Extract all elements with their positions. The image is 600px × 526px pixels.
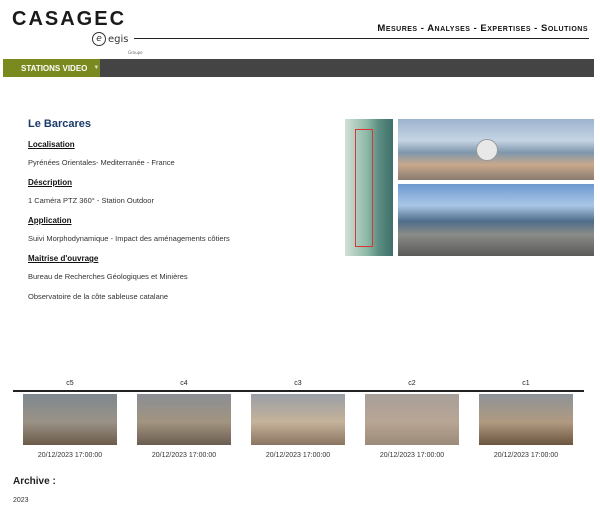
station-photo-camera xyxy=(398,119,594,180)
egis-sub: Groupe xyxy=(128,50,143,55)
aerial-map-image xyxy=(345,119,393,256)
section-heading-description: Déscription xyxy=(28,178,73,187)
page-title: Le Barcares xyxy=(28,118,91,130)
camera-thumbnail[interactable] xyxy=(479,394,573,445)
section-text-description: 1 Caméra PTZ 360° - Station Outdoor xyxy=(28,196,154,205)
section-text-localisation: Pyrénées Orientales- Mediterranée - Fran… xyxy=(28,158,175,167)
nav-item-label: STATIONS VIDEO xyxy=(21,63,88,73)
egis-logo: e egis xyxy=(92,32,129,46)
camera-timestamp: 20/12/2023 17:00:00 xyxy=(37,452,103,459)
station-photo-beach xyxy=(398,184,594,256)
caret-down-icon: ▼ xyxy=(93,65,100,71)
camera-thumbnail[interactable] xyxy=(137,394,231,445)
egis-mark-icon: e xyxy=(92,32,106,46)
camera-dome-icon xyxy=(476,139,498,161)
section-text-application: Suivi Morphodynamique - Impact des aména… xyxy=(28,234,230,243)
site-header: CASAGEC e egis Groupe Mesures - Analyses… xyxy=(0,0,600,56)
egis-label: egis xyxy=(108,33,129,45)
camera-card-c1[interactable]: c1 20/12/2023 17:00:00 xyxy=(478,380,574,459)
tagline: Mesures - Analyses - Expertises - Soluti… xyxy=(377,23,588,34)
camera-card-c2[interactable]: c2 20/12/2023 17:00:00 xyxy=(364,380,460,459)
camera-timestamp: 20/12/2023 17:00:00 xyxy=(151,452,217,459)
camera-label: c5 xyxy=(66,380,74,387)
section-heading-application: Application xyxy=(28,216,72,225)
section-heading-localisation: Localisation xyxy=(28,140,75,149)
camera-timestamp: 20/12/2023 17:00:00 xyxy=(265,452,331,459)
camera-card-c4[interactable]: c4 20/12/2023 17:00:00 xyxy=(136,380,232,459)
camera-label: c2 xyxy=(408,380,416,387)
camera-thumbnail[interactable] xyxy=(365,394,459,445)
camera-label: c3 xyxy=(294,380,302,387)
camera-label: c1 xyxy=(522,380,530,387)
camera-timestamp: 20/12/2023 17:00:00 xyxy=(379,452,445,459)
archive-heading: Archive : xyxy=(13,476,56,487)
section-text-maitrise-1: Bureau de Recherches Géologiques et Mini… xyxy=(28,272,188,281)
camera-card-c3[interactable]: c3 20/12/2023 17:00:00 xyxy=(250,380,346,459)
brand-name: CASAGEC xyxy=(12,8,127,30)
header-divider xyxy=(134,38,589,39)
station-details: Le Barcares Localisation Pyrénées Orient… xyxy=(28,118,328,312)
study-area-outline xyxy=(355,129,373,247)
camera-card-c5[interactable]: c5 20/12/2023 17:00:00 xyxy=(22,380,118,459)
camera-timestamp: 20/12/2023 17:00:00 xyxy=(493,452,559,459)
camera-label: c4 xyxy=(180,380,188,387)
camera-thumbnail[interactable] xyxy=(251,394,345,445)
section-heading-maitrise: Maitrise d'ouvrage xyxy=(28,254,99,263)
main-nav: STATIONS VIDEO ▼ xyxy=(3,59,594,77)
casagec-logo[interactable]: CASAGEC e egis Groupe xyxy=(12,8,143,55)
nav-item-stations-video[interactable]: STATIONS VIDEO ▼ xyxy=(3,59,100,77)
section-text-maitrise-2: Observatoire de la côte sableuse catalan… xyxy=(28,292,169,301)
camera-thumbnail[interactable] xyxy=(23,394,117,445)
archive-year-link[interactable]: 2023 xyxy=(13,497,29,504)
